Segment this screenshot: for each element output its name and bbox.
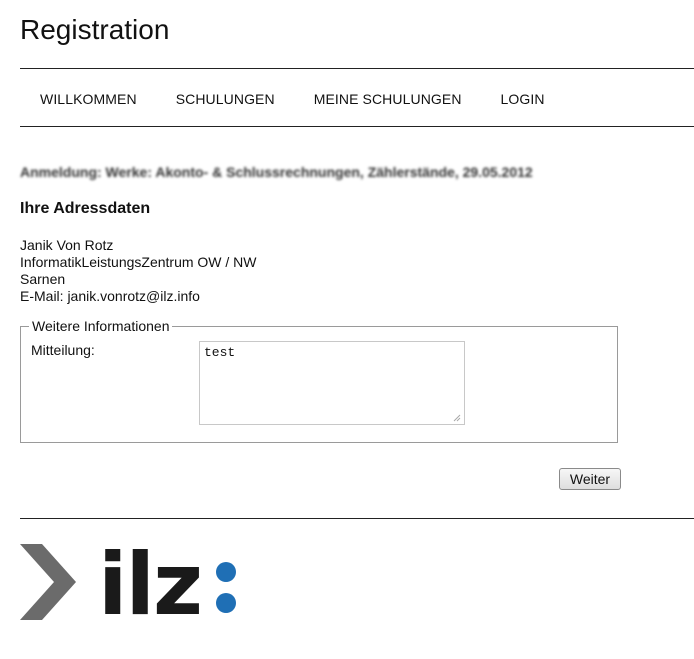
- address-email: E-Mail: janik.vonrotz@ilz.info: [20, 288, 200, 304]
- address-city: Sarnen: [20, 271, 66, 287]
- main-nav: WILLKOMMEN SCHULUNGEN MEINE SCHULUNGEN L…: [40, 90, 584, 108]
- page-title: Registration: [20, 14, 170, 45]
- ilz-logo: ilz: [20, 544, 236, 624]
- address-organization: InformatikLeistungsZentrum OW / NW: [20, 254, 257, 270]
- nav-item-meine-schulungen[interactable]: MEINE SCHULUNGEN: [314, 91, 462, 107]
- message-textarea[interactable]: test: [199, 341, 465, 425]
- footer-divider: [20, 518, 694, 519]
- nav-item-schulungen[interactable]: SCHULUNGEN: [176, 91, 275, 107]
- event-title: Anmeldung: Werke: Akonto- & Schlussrechn…: [20, 164, 533, 180]
- nav-item-willkommen[interactable]: WILLKOMMEN: [40, 91, 137, 107]
- additional-info-fieldset: Weitere Informationen Mitteilung: test: [20, 318, 618, 443]
- fieldset-legend: Weitere Informationen: [29, 318, 173, 335]
- logo-arrow-icon: [20, 544, 76, 620]
- weiter-button[interactable]: Weiter: [559, 468, 621, 490]
- nav-item-login[interactable]: LOGIN: [501, 91, 545, 107]
- logo-dot-top-icon: [216, 562, 236, 582]
- message-label: Mitteilung:: [31, 342, 95, 358]
- logo-dot-bottom-icon: [216, 593, 236, 613]
- address-block: Janik Von Rotz InformatikLeistungsZentru…: [20, 237, 257, 305]
- header-divider: [20, 68, 694, 69]
- resize-grip-icon[interactable]: [451, 412, 461, 422]
- address-name: Janik Von Rotz: [20, 237, 114, 253]
- svg-text:ilz: ilz: [98, 544, 201, 624]
- address-heading: Ihre Adressdaten: [20, 200, 151, 217]
- nav-divider: [20, 126, 694, 127]
